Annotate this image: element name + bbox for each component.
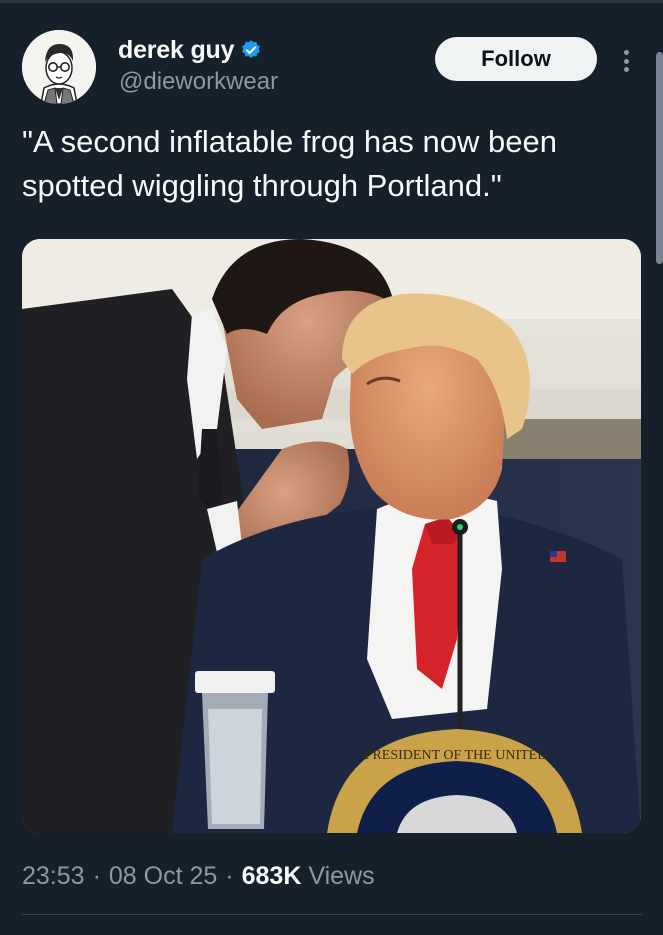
top-divider: [0, 0, 663, 3]
more-dot: [623, 67, 629, 72]
tweet-meta: 23:53 · 08 Oct 25 · 683K Views: [22, 856, 375, 896]
bottom-divider: [22, 914, 642, 915]
seal-text: PRESIDENT OF THE UNITED: [365, 748, 548, 763]
meta-separator: ·: [225, 861, 234, 890]
tweet-photo[interactable]: PRESIDENT OF THE UNITED: [22, 239, 641, 833]
follow-button[interactable]: Follow: [435, 37, 597, 81]
name-row: derek guy: [118, 34, 262, 66]
water-glass: [195, 671, 275, 829]
views-label[interactable]: Views: [308, 862, 374, 891]
display-name[interactable]: derek guy: [118, 36, 235, 65]
avatar-illustration-icon: [22, 30, 96, 104]
tweet-header: derek guy @dieworkwear Follow: [22, 30, 642, 106]
tweet-text: "A second inflatable frog has now been s…: [22, 124, 557, 203]
tweet-time[interactable]: 23:53: [22, 862, 85, 891]
more-dot: [623, 50, 629, 55]
meta-separator: ·: [92, 861, 101, 890]
scrollbar[interactable]: [656, 52, 663, 264]
views-count[interactable]: 683K: [242, 862, 302, 891]
verified-badge-icon[interactable]: [240, 39, 262, 61]
more-dot: [623, 58, 629, 64]
photo-illustration: PRESIDENT OF THE UNITED: [22, 239, 641, 833]
user-handle[interactable]: @dieworkwear: [119, 68, 278, 96]
tweet-date[interactable]: 08 Oct 25: [109, 862, 217, 891]
avatar[interactable]: [22, 30, 96, 104]
more-options-icon[interactable]: [616, 44, 636, 78]
